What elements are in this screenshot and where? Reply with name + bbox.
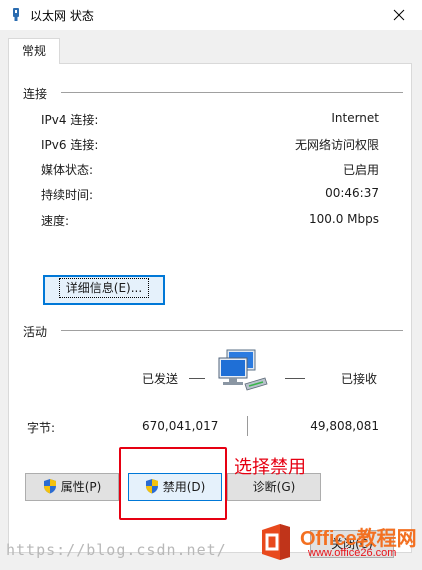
- close-window-button[interactable]: [376, 0, 422, 30]
- connection-divider: [61, 92, 403, 93]
- logo-url: www.office26.com: [308, 547, 397, 559]
- watermark-url: https://blog.csdn.net/: [6, 541, 227, 559]
- ipv6-value: 无网络访问权限: [294, 138, 379, 152]
- shield-icon: [43, 479, 56, 494]
- ethernet-status-window: 以太网 状态 常规 连接 IPv4 连接: Internet IPv6 连接: …: [0, 0, 422, 570]
- disable-button-label: 禁用(D): [162, 480, 206, 494]
- office-logo-icon: [262, 524, 290, 560]
- general-panel: 连接 IPv4 连接: Internet IPv6 连接: 无网络访问权限 媒体…: [8, 63, 412, 553]
- activity-divider: [61, 330, 403, 331]
- diagnose-button-label: 诊断(G): [252, 480, 296, 494]
- ipv6-label: IPv6 连接:: [41, 138, 99, 152]
- disable-button[interactable]: 禁用(D): [128, 473, 222, 501]
- speed-label: 速度:: [41, 214, 70, 228]
- properties-button[interactable]: 属性(P): [25, 473, 119, 501]
- activity-section-title: 活动: [23, 325, 48, 339]
- title-bar: 以太网 状态: [0, 0, 422, 30]
- media-state-label: 媒体状态:: [41, 163, 94, 177]
- annotation-text: 选择禁用: [234, 457, 306, 478]
- network-computers-icon: [218, 349, 268, 391]
- tab-general[interactable]: 常规: [8, 38, 60, 64]
- bytes-received-value: 49,808,081: [310, 419, 379, 433]
- close-icon: [393, 9, 405, 21]
- media-state-value: 已启用: [342, 163, 379, 177]
- sent-label: 已发送: [142, 372, 179, 386]
- ipv4-label: IPv4 连接:: [41, 113, 99, 127]
- sent-dash: [189, 378, 205, 379]
- speed-value: 100.0 Mbps: [308, 212, 379, 226]
- details-button[interactable]: 详细信息(E)...: [43, 275, 165, 305]
- tab-area: 常规 连接 IPv4 连接: Internet IPv6 连接: 无网络访问权限…: [0, 30, 422, 570]
- received-label: 已接收: [341, 372, 378, 386]
- bytes-separator: [247, 416, 248, 436]
- ipv4-value: Internet: [331, 111, 379, 125]
- bytes-sent-value: 670,041,017: [142, 419, 219, 433]
- office-logo: Office教程网 www.office26.com: [258, 518, 422, 570]
- properties-button-label: 属性(P): [60, 480, 102, 494]
- window-title: 以太网 状态: [30, 9, 94, 23]
- shield-icon: [145, 479, 158, 494]
- received-dash: [285, 378, 305, 379]
- duration-label: 持续时间:: [41, 188, 94, 202]
- duration-value: 00:46:37: [325, 186, 379, 200]
- connection-section-title: 连接: [23, 87, 48, 101]
- network-adapter-icon: [13, 8, 19, 21]
- details-button-label: 详细信息(E)...: [58, 278, 150, 298]
- bytes-label: 字节:: [27, 421, 56, 435]
